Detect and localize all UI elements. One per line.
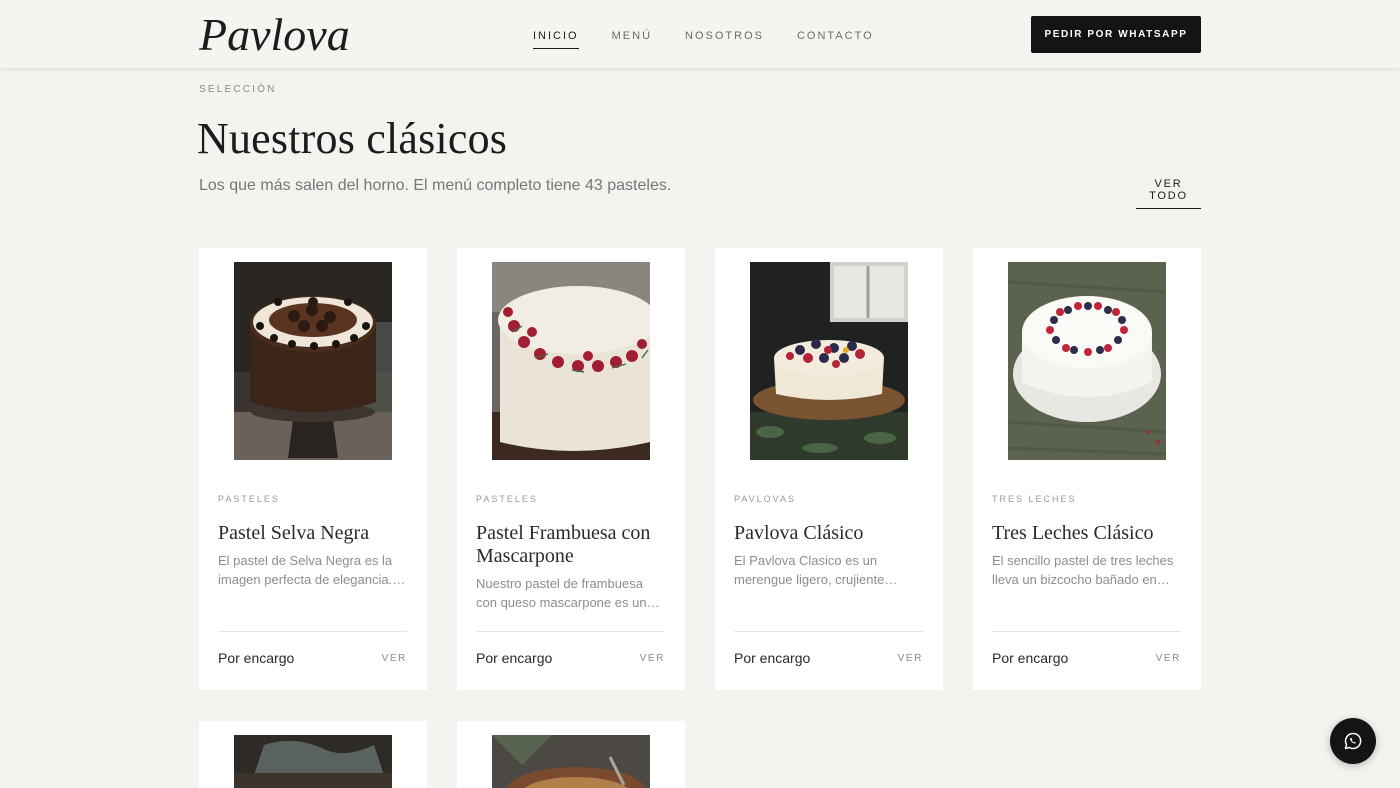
whatsapp-icon xyxy=(1344,732,1362,750)
product-image[interactable] xyxy=(750,262,908,460)
product-availability: Por encargo xyxy=(218,650,295,666)
section-eyebrow: SELECCIÓN xyxy=(199,84,277,95)
nav-contacto[interactable]: CONTACTO xyxy=(797,28,874,49)
main-nav: INICIO MENÚ NOSOTROS CONTACTO xyxy=(533,0,874,68)
nav-inicio[interactable]: INICIO xyxy=(533,28,579,49)
view-product-link[interactable]: VER xyxy=(1156,653,1181,664)
card-divider xyxy=(218,631,407,632)
product-card[interactable]: PASTELES Pastel Frambuesa con Mascarpone… xyxy=(457,248,685,690)
product-name[interactable]: Pavlova Clásico xyxy=(734,522,926,545)
product-image[interactable] xyxy=(492,262,650,460)
product-availability: Por encargo xyxy=(992,650,1069,666)
whatsapp-float-button[interactable] xyxy=(1330,718,1376,764)
pavlova-logo[interactable]: Pavlova xyxy=(199,6,355,62)
product-category: PASTELES xyxy=(218,494,280,504)
product-card[interactable] xyxy=(457,721,685,788)
product-card[interactable] xyxy=(199,721,427,788)
product-card[interactable]: PASTELES Pastel Selva Negra El pastel de… xyxy=(199,248,427,690)
product-availability: Por encargo xyxy=(734,650,811,666)
section-subtitle: Los que más salen del horno. El menú com… xyxy=(199,177,672,194)
see-all-link[interactable]: VER TODO xyxy=(1136,178,1201,209)
product-category: PASTELES xyxy=(476,494,538,504)
logo-text: Pavlova xyxy=(199,9,350,60)
nav-menu[interactable]: MENÚ xyxy=(612,28,652,49)
product-image[interactable] xyxy=(1008,262,1166,460)
product-image[interactable] xyxy=(234,735,392,788)
product-name[interactable]: Tres Leches Clásico xyxy=(992,522,1184,545)
product-description: El pastel de Selva Negra es la imagen pe… xyxy=(218,553,393,587)
card-divider xyxy=(476,631,665,632)
product-name[interactable]: Pastel Frambuesa con Mascarpone xyxy=(476,522,668,568)
section-title: Nuestros clásicos xyxy=(197,114,508,163)
product-category: TRES LECHES xyxy=(992,494,1077,504)
product-image[interactable] xyxy=(492,735,650,788)
product-description: El sencillo pastel de tres leches lleva … xyxy=(992,553,1174,587)
product-description: Nuestro pastel de frambuesa con queso ma… xyxy=(476,576,647,610)
product-availability: Por encargo xyxy=(476,650,553,666)
order-whatsapp-button[interactable]: PEDIR POR WHATSAPP xyxy=(1031,16,1201,53)
product-description: El Pavlova Clasico es un merengue ligero… xyxy=(734,553,885,587)
card-divider xyxy=(734,631,923,632)
product-category: PAVLOVAS xyxy=(734,494,797,504)
card-divider xyxy=(992,631,1181,632)
product-card[interactable]: PAVLOVAS Pavlova Clásico El Pavlova Clas… xyxy=(715,248,943,690)
product-name[interactable]: Pastel Selva Negra xyxy=(218,522,410,545)
nav-nosotros[interactable]: NOSOTROS xyxy=(685,28,764,49)
product-card[interactable]: TRES LECHES Tres Leches Clásico El senci… xyxy=(973,248,1201,690)
view-product-link[interactable]: VER xyxy=(382,653,407,664)
product-image[interactable] xyxy=(234,262,392,460)
site-header: Pavlova INICIO MENÚ NOSOTROS CONTACTO PE… xyxy=(0,0,1400,68)
view-product-link[interactable]: VER xyxy=(898,653,923,664)
view-product-link[interactable]: VER xyxy=(640,653,665,664)
